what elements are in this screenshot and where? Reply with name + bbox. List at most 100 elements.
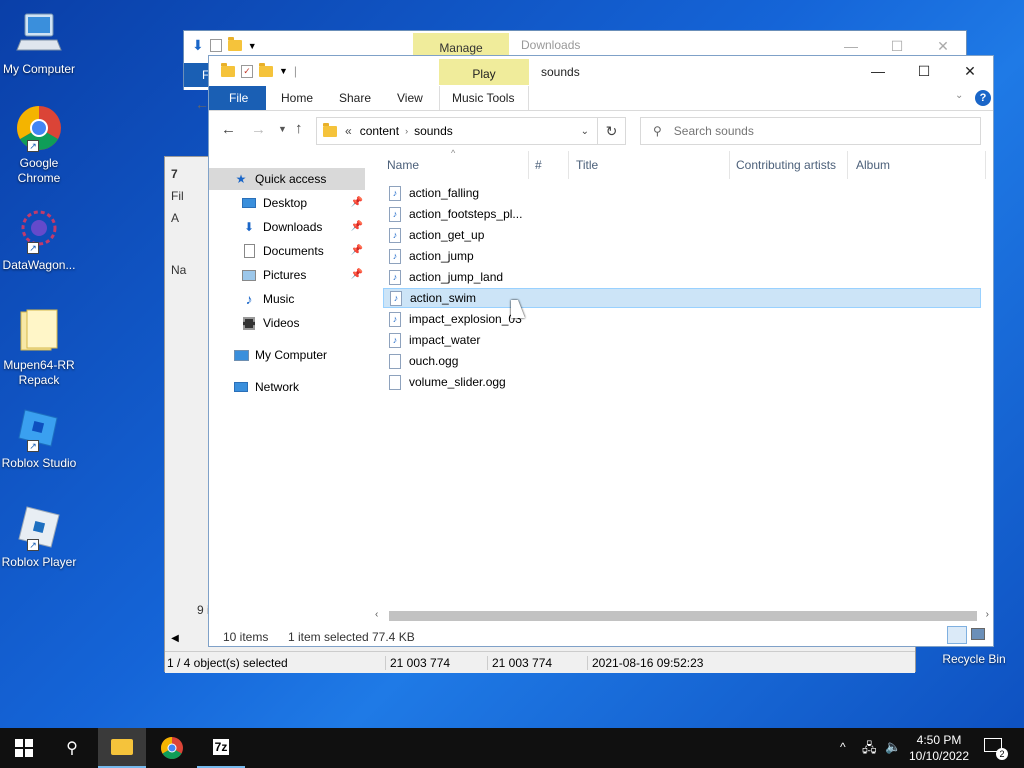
file-row[interactable]: ouch.ogg <box>383 351 981 371</box>
forward-button[interactable]: → <box>251 121 266 138</box>
scroll-right-icon[interactable]: › <box>986 609 989 620</box>
close-icon[interactable]: ✕ <box>947 56 993 86</box>
tab-view[interactable]: View <box>385 86 435 110</box>
pin-icon[interactable]: 📌 <box>351 264 363 286</box>
desktop-icon <box>241 196 257 210</box>
file-row[interactable]: ♪ impact_explosion_03 <box>383 309 981 329</box>
desktop-icon-google-chrome[interactable]: ↗ Google Chrome <box>0 104 78 186</box>
notifications-button[interactable]: 2 <box>982 736 1008 760</box>
address-dropdown-icon[interactable]: ⌄ <box>581 126 589 137</box>
tab-home[interactable]: Home <box>269 86 325 110</box>
file-row[interactable]: ♪ impact_water <box>383 330 981 350</box>
audio-file-icon: ♪ <box>389 332 401 348</box>
file-row[interactable]: ♪ action_jump_land <box>383 267 981 287</box>
search-button[interactable]: ⚲ <box>48 728 96 768</box>
nav-network[interactable]: Network <box>209 376 369 398</box>
file-row[interactable]: ♪ action_jump <box>383 246 981 266</box>
taskbar-file-explorer[interactable] <box>98 728 146 768</box>
download-arrow-icon: ⬇ <box>192 37 204 53</box>
desktop-icon-mupen64[interactable]: Mupen64-RR Repack <box>0 306 78 388</box>
desktop-icon-roblox-studio[interactable]: ↗ Roblox Studio <box>0 404 78 471</box>
file-row[interactable]: volume_slider.ogg <box>383 372 981 392</box>
selected-size: 77.4 KB <box>372 630 415 644</box>
desktop-icon-label: My Computer <box>2 62 76 76</box>
recent-locations-icon[interactable]: ▼ <box>278 124 287 134</box>
dropdown-icon[interactable]: ▼ <box>248 41 257 51</box>
refresh-button[interactable]: ↻ <box>598 117 626 145</box>
downloads-file-tab[interactable]: F <box>184 63 210 87</box>
help-icon[interactable]: ? <box>975 90 991 106</box>
desktop-icon-my-computer[interactable]: My Computer <box>0 10 78 77</box>
nav-music[interactable]: ♪ Music <box>209 288 369 310</box>
tab-file[interactable]: File <box>209 86 266 110</box>
nav-quick-access[interactable]: ★ Quick access <box>209 168 365 190</box>
taskbar-7zip[interactable]: 7z <box>197 728 245 768</box>
new-folder-icon[interactable] <box>259 62 273 77</box>
start-button[interactable] <box>0 728 48 768</box>
file-row[interactable]: ♪ action_swim <box>383 288 981 308</box>
horizontal-scrollbar[interactable]: ‹ › <box>371 607 993 625</box>
tab-music-tools[interactable]: Music Tools <box>439 86 529 110</box>
breadcrumb-sounds[interactable]: sounds <box>414 124 453 138</box>
column-header-number[interactable]: # <box>535 151 569 179</box>
nav-downloads[interactable]: ⬇ Downloads 📌 <box>209 216 369 238</box>
search-icon: ⚲ <box>653 124 662 138</box>
properties-icon[interactable]: ✓ <box>241 64 253 78</box>
column-header-artists[interactable]: Contributing artists <box>736 151 848 179</box>
nav-videos[interactable]: Videos <box>209 312 369 334</box>
audio-file-icon: ♪ <box>389 206 401 222</box>
7zip-icon: 7z <box>212 739 230 755</box>
tray-chevron-icon[interactable]: ^ <box>840 740 846 754</box>
network-icon <box>233 380 249 394</box>
desktop-icon-recycle-bin[interactable]: Recycle Bin <box>938 652 1010 666</box>
file-name: action_falling <box>409 186 480 200</box>
breadcrumb-content[interactable]: content <box>360 124 399 138</box>
file-name: action_footsteps_pl... <box>409 207 523 221</box>
taskbar-chrome[interactable] <box>148 728 196 768</box>
scroll-left-icon[interactable]: ‹ <box>375 609 378 620</box>
pin-icon[interactable]: 📌 <box>351 192 363 214</box>
column-header-album[interactable]: Album <box>856 151 986 179</box>
folder-icon <box>111 739 133 755</box>
nav-my-computer[interactable]: My Computer <box>209 344 369 366</box>
search-input[interactable] <box>671 123 952 139</box>
volume-icon[interactable]: 🔈 <box>885 739 901 755</box>
nav-label: My Computer <box>255 348 328 362</box>
up-button[interactable]: ↑ <box>295 120 303 137</box>
blank-file-icon <box>389 374 401 390</box>
network-tray-icon[interactable]: 🖧 <box>862 739 877 761</box>
scrollbar-thumb[interactable] <box>389 611 977 621</box>
file-row[interactable]: ♪ action_get_up <box>383 225 981 245</box>
desktop-icon-roblox-player[interactable]: ↗ Roblox Player <box>0 503 78 570</box>
clock[interactable]: 4:50 PM 10/10/2022 <box>906 732 972 764</box>
tab-share[interactable]: Share <box>327 86 383 110</box>
selected-count: 1 item selected <box>288 630 369 644</box>
search-box[interactable]: ⚲ <box>640 117 981 145</box>
downloads-back-arrow-icon[interactable]: ← <box>195 96 209 112</box>
address-bar[interactable]: « content › sounds ⌄ <box>316 117 598 145</box>
nav-desktop[interactable]: Desktop 📌 <box>209 192 369 214</box>
7zip-scroll-left-button[interactable]: ◀ <box>167 631 183 647</box>
column-header-name[interactable]: Name <box>387 151 529 179</box>
pin-icon[interactable]: 📌 <box>351 216 363 238</box>
maximize-icon[interactable]: ☐ <box>901 56 947 86</box>
nav-pictures[interactable]: Pictures 📌 <box>209 264 369 286</box>
separator: | <box>293 64 298 78</box>
new-folder-icon[interactable] <box>227 37 242 51</box>
play-context-tab[interactable]: Play <box>439 59 529 85</box>
details-view-button[interactable] <box>947 626 967 644</box>
pin-icon[interactable]: 📌 <box>351 240 363 262</box>
file-row[interactable]: ♪ action_footsteps_pl... <box>383 204 981 224</box>
7zip-statusbar: 1 / 4 object(s) selected 21 003 774 21 0… <box>165 651 915 673</box>
minimize-icon[interactable]: — <box>855 56 901 86</box>
file-row[interactable]: ♪ action_falling <box>383 183 981 203</box>
desktop-icon-datawagon[interactable]: ↗ DataWagon... <box>0 206 78 273</box>
ribbon-expand-icon[interactable]: ⌄ <box>955 90 963 101</box>
column-header-title[interactable]: Title <box>576 151 730 179</box>
properties-icon[interactable] <box>209 39 222 52</box>
thumbnail-view-button[interactable] <box>971 628 985 640</box>
back-button[interactable]: ← <box>221 121 236 138</box>
file-name: impact_explosion_03 <box>409 312 522 326</box>
dropdown-icon[interactable]: ▼ <box>279 66 288 76</box>
nav-documents[interactable]: Documents 📌 <box>209 240 369 262</box>
